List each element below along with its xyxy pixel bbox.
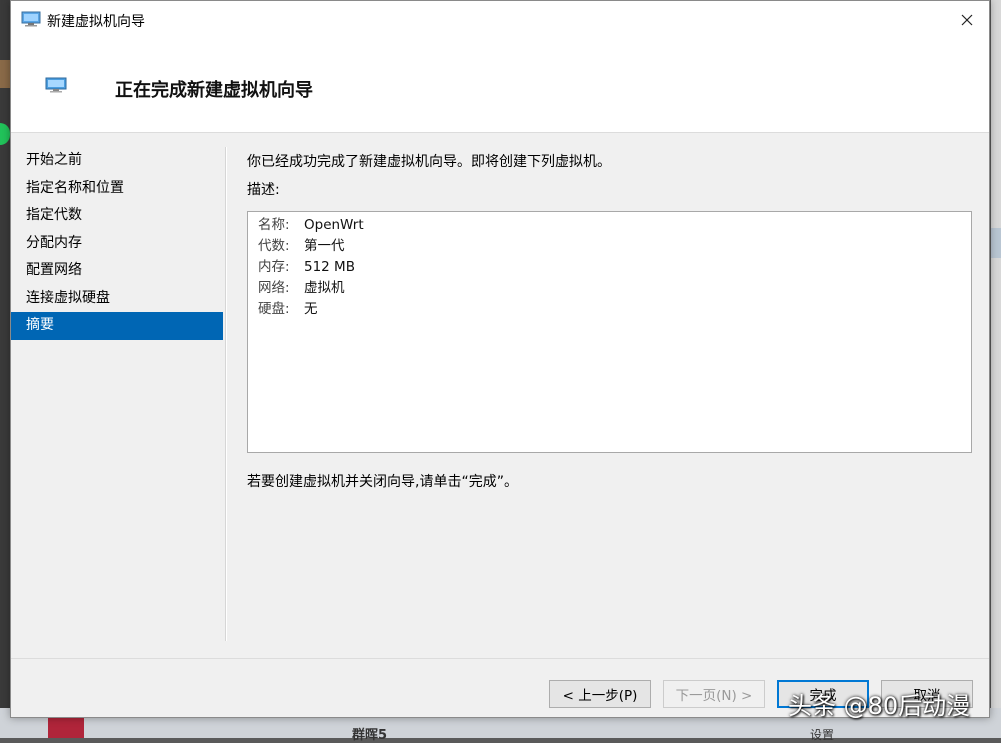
summary-key: 名称:: [258, 217, 290, 233]
desktop-thumbnail: [0, 60, 10, 88]
summary-row: 网络: 虚拟机: [258, 278, 961, 299]
summary-row: 硬盘: 无: [258, 299, 961, 320]
nav-item-name-location[interactable]: 指定名称和位置: [11, 175, 223, 203]
summary-panel: 你已经成功完成了新建虚拟机向导。即将创建下列虚拟机。 描述: 名称: OpenW…: [247, 151, 977, 490]
desktop-green-badge: [0, 123, 10, 145]
background-text-2: 设置: [810, 728, 835, 742]
background-red-tile: [48, 718, 84, 738]
previous-button[interactable]: < 上一步(P): [549, 680, 651, 708]
wizard-steps-nav: 开始之前 指定名称和位置 指定代数 分配内存 配置网络 连接虚拟硬盘 摘要: [11, 147, 223, 340]
summary-key: 内存:: [258, 259, 290, 275]
window-title: 新建虚拟机向导: [47, 14, 145, 30]
desktop-scroll-marker: [991, 228, 1001, 258]
desktop-right-strip: [991, 0, 1001, 738]
summary-row: 名称: OpenWrt: [258, 215, 961, 236]
vm-monitor-icon: [21, 11, 41, 27]
nav-divider: [225, 147, 227, 641]
summary-key: 网络:: [258, 280, 290, 296]
summary-value: 512 MB: [304, 259, 355, 275]
close-icon: [961, 14, 973, 26]
intro-text: 你已经成功完成了新建虚拟机向导。即将创建下列虚拟机。: [247, 154, 611, 170]
nav-item-generation[interactable]: 指定代数: [11, 202, 223, 230]
nav-item-summary[interactable]: 摘要: [11, 312, 223, 340]
description-label: 描述:: [247, 182, 280, 198]
summary-value: 第一代: [304, 238, 345, 254]
vm-monitor-icon: [45, 77, 67, 93]
summary-value: 无: [304, 301, 318, 317]
nav-item-network[interactable]: 配置网络: [11, 257, 223, 285]
summary-row: 代数: 第一代: [258, 236, 961, 257]
background-text: 群晖5: [352, 728, 388, 743]
summary-value: OpenWrt: [304, 217, 364, 233]
summary-value: 虚拟机: [304, 280, 345, 296]
summary-key: 代数:: [258, 238, 290, 254]
new-vm-wizard-window: 新建虚拟机向导 正在完成新建虚拟机向导 开始之前 指定名称和位置 指定代数 分配…: [10, 0, 990, 718]
nav-item-memory[interactable]: 分配内存: [11, 230, 223, 258]
close-button[interactable]: [945, 1, 989, 39]
summary-key: 硬盘:: [258, 301, 290, 317]
summary-textbox[interactable]: 名称: OpenWrt 代数: 第一代 内存: 512 MB 网络: 虚拟机 硬…: [247, 211, 972, 453]
nav-item-before-you-begin[interactable]: 开始之前: [11, 147, 223, 175]
finish-hint-text: 若要创建虚拟机并关闭向导,请单击“完成”。: [247, 474, 518, 490]
watermark-text: 头条 @80后动漫: [788, 692, 971, 720]
page-title: 正在完成新建虚拟机向导: [115, 80, 313, 101]
title-bar[interactable]: 新建虚拟机向导: [11, 1, 989, 39]
wizard-header: 正在完成新建虚拟机向导: [11, 39, 989, 133]
summary-row: 内存: 512 MB: [258, 257, 961, 278]
next-button[interactable]: 下一页(N) >: [663, 680, 765, 708]
footer-divider: [11, 658, 989, 659]
nav-item-virtual-disk[interactable]: 连接虚拟硬盘: [11, 285, 223, 313]
